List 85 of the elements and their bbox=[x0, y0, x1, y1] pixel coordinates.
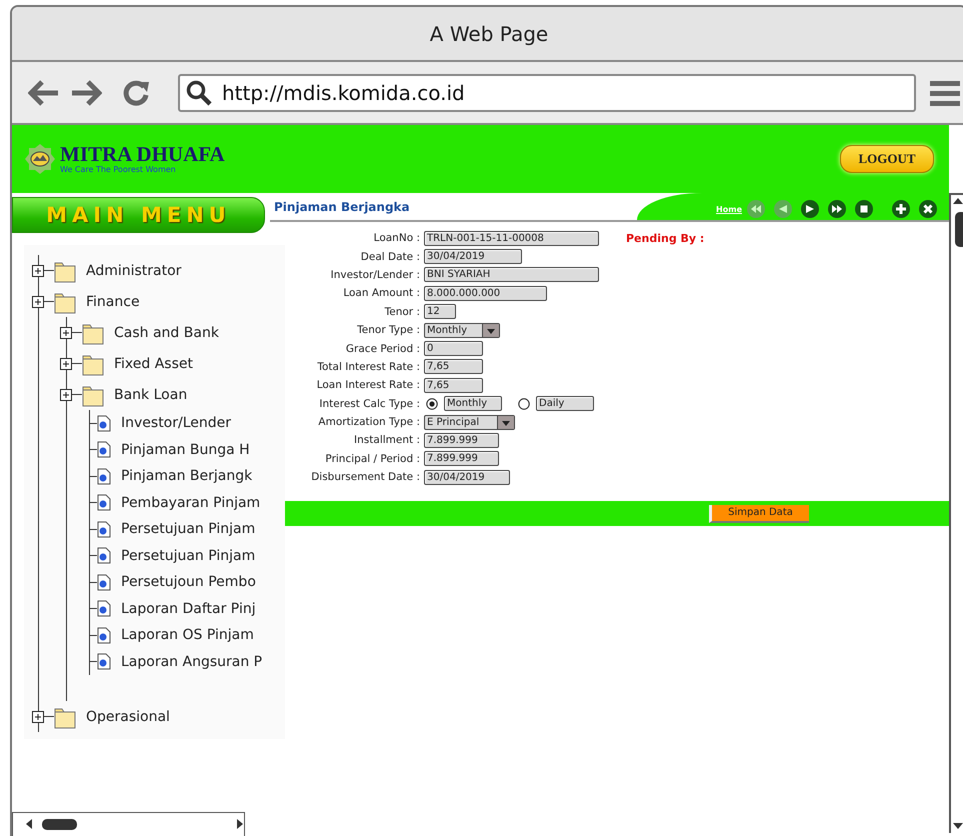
horizontal-scrollbar[interactable] bbox=[12, 812, 245, 836]
logout-button[interactable]: LOGOUT bbox=[840, 145, 934, 173]
input-field[interactable]: 7.899.999 bbox=[424, 451, 499, 466]
tree-item[interactable]: Pembayaran Pinjam bbox=[121, 494, 260, 511]
brand-name: MITRA DHUAFA bbox=[60, 144, 225, 165]
tree-item[interactable]: Pinjaman Berjangk bbox=[121, 468, 252, 484]
close-icon[interactable] bbox=[919, 200, 937, 218]
plus-icon[interactable] bbox=[892, 200, 910, 218]
tree-item[interactable]: Persetujuan Pinjam bbox=[121, 548, 256, 564]
expand-icon[interactable] bbox=[32, 264, 44, 276]
tree-item[interactable]: Fixed Asset bbox=[114, 356, 193, 372]
input-field[interactable]: 0 bbox=[424, 341, 483, 356]
brand-tagline: We Care The Poorest Women bbox=[60, 165, 177, 174]
input-field[interactable]: 7,65 bbox=[424, 378, 483, 393]
field-label: Amortization Type : bbox=[317, 416, 420, 428]
input-field[interactable]: 7,65 bbox=[424, 359, 483, 374]
menu-icon[interactable] bbox=[930, 80, 960, 106]
field-label: Deal Date : bbox=[360, 250, 420, 263]
input-field[interactable]: BNI SYARIAH bbox=[424, 267, 599, 282]
page-icon bbox=[97, 414, 111, 432]
field-label: Total Interest Rate : bbox=[316, 360, 420, 373]
forward-icon[interactable] bbox=[70, 80, 102, 106]
input-field[interactable]: 30/04/2019 bbox=[424, 249, 522, 264]
field-label: LoanNo : bbox=[372, 232, 420, 244]
field-label: Investor/Lender : bbox=[330, 268, 420, 281]
dropdown-field[interactable]: E Principal bbox=[424, 414, 515, 430]
page-icon bbox=[97, 574, 111, 591]
tree-item[interactable]: Persetujoun Pembo bbox=[121, 574, 256, 590]
search-icon bbox=[186, 80, 212, 106]
field-label: Loan Amount : bbox=[342, 287, 420, 300]
tree-item[interactable]: Pinjaman Bunga H bbox=[121, 442, 250, 458]
tree-item[interactable]: Investor/Lender bbox=[121, 415, 232, 432]
option-label[interactable]: Monthly bbox=[444, 396, 502, 412]
tree-item[interactable]: Operasional bbox=[86, 708, 170, 724]
tree-item[interactable]: Persetujuan Pinjam bbox=[121, 521, 256, 538]
option-label[interactable]: Daily bbox=[536, 396, 594, 412]
field-label: Tenor : bbox=[384, 306, 420, 318]
tree-item[interactable]: Laporan Daftar Pinj bbox=[121, 600, 256, 617]
radio-button[interactable] bbox=[518, 398, 530, 410]
page-icon bbox=[97, 494, 111, 512]
tree-item[interactable]: Bank Loan bbox=[114, 386, 188, 402]
expand-icon[interactable] bbox=[60, 358, 72, 370]
field-label: Installment : bbox=[353, 434, 420, 446]
save-button[interactable]: Simpan Data bbox=[709, 504, 809, 523]
input-field[interactable]: 8.000.000.000 bbox=[424, 286, 547, 301]
dropdown-field[interactable]: Monthly bbox=[424, 322, 500, 338]
page-icon bbox=[97, 653, 111, 670]
input-field[interactable]: 12 bbox=[424, 304, 456, 320]
expand-icon[interactable] bbox=[60, 326, 72, 338]
field-label: Loan Interest Rate : bbox=[316, 379, 420, 392]
tree-item[interactable]: Administrator bbox=[86, 262, 182, 278]
back-icon[interactable] bbox=[28, 80, 60, 106]
expand-icon[interactable] bbox=[32, 710, 44, 722]
field-label: Tenor Type : bbox=[356, 324, 420, 336]
caret-icon bbox=[497, 416, 514, 429]
field-label: Interest Calc Type : bbox=[318, 398, 420, 410]
pending-by-label: Pending By : bbox=[626, 232, 704, 247]
tree-item[interactable]: Laporan Angsuran P bbox=[121, 654, 262, 670]
tree-item[interactable]: Finance bbox=[86, 294, 140, 310]
page-icon bbox=[97, 520, 111, 538]
radio-button[interactable] bbox=[426, 398, 438, 410]
caret-icon bbox=[482, 324, 499, 337]
vertical-scrollbar[interactable] bbox=[949, 193, 963, 833]
input-field[interactable]: 30/04/2019 bbox=[424, 470, 510, 485]
address-field[interactable]: http://mdis.komida.co.id bbox=[178, 74, 916, 112]
refresh-icon[interactable] bbox=[122, 78, 150, 106]
field-label: Disbursement Date : bbox=[310, 471, 420, 484]
page-icon bbox=[97, 547, 111, 564]
page-icon bbox=[97, 468, 111, 485]
expand-icon[interactable] bbox=[60, 388, 72, 400]
tree-item[interactable]: Cash and Bank bbox=[114, 324, 219, 340]
window-title: A Web Page bbox=[430, 22, 548, 46]
input-field[interactable]: 7.899.999 bbox=[424, 432, 499, 448]
input-field[interactable]: TRLN-001-15-11-00008 bbox=[424, 230, 599, 246]
field-label: Grace Period : bbox=[344, 342, 420, 355]
page-title: Pinjaman Berjangka bbox=[274, 200, 410, 216]
logo-icon bbox=[24, 143, 56, 175]
tree-item[interactable]: Laporan OS Pinjam bbox=[121, 627, 254, 644]
page-icon bbox=[97, 626, 111, 644]
page-icon bbox=[97, 441, 111, 458]
expand-icon[interactable] bbox=[32, 296, 44, 308]
field-label: Principal / Period : bbox=[324, 452, 420, 465]
fast-forward-icon[interactable] bbox=[828, 200, 846, 218]
main-menu-title: MAIN MENU bbox=[12, 197, 265, 233]
page-icon bbox=[97, 600, 111, 618]
